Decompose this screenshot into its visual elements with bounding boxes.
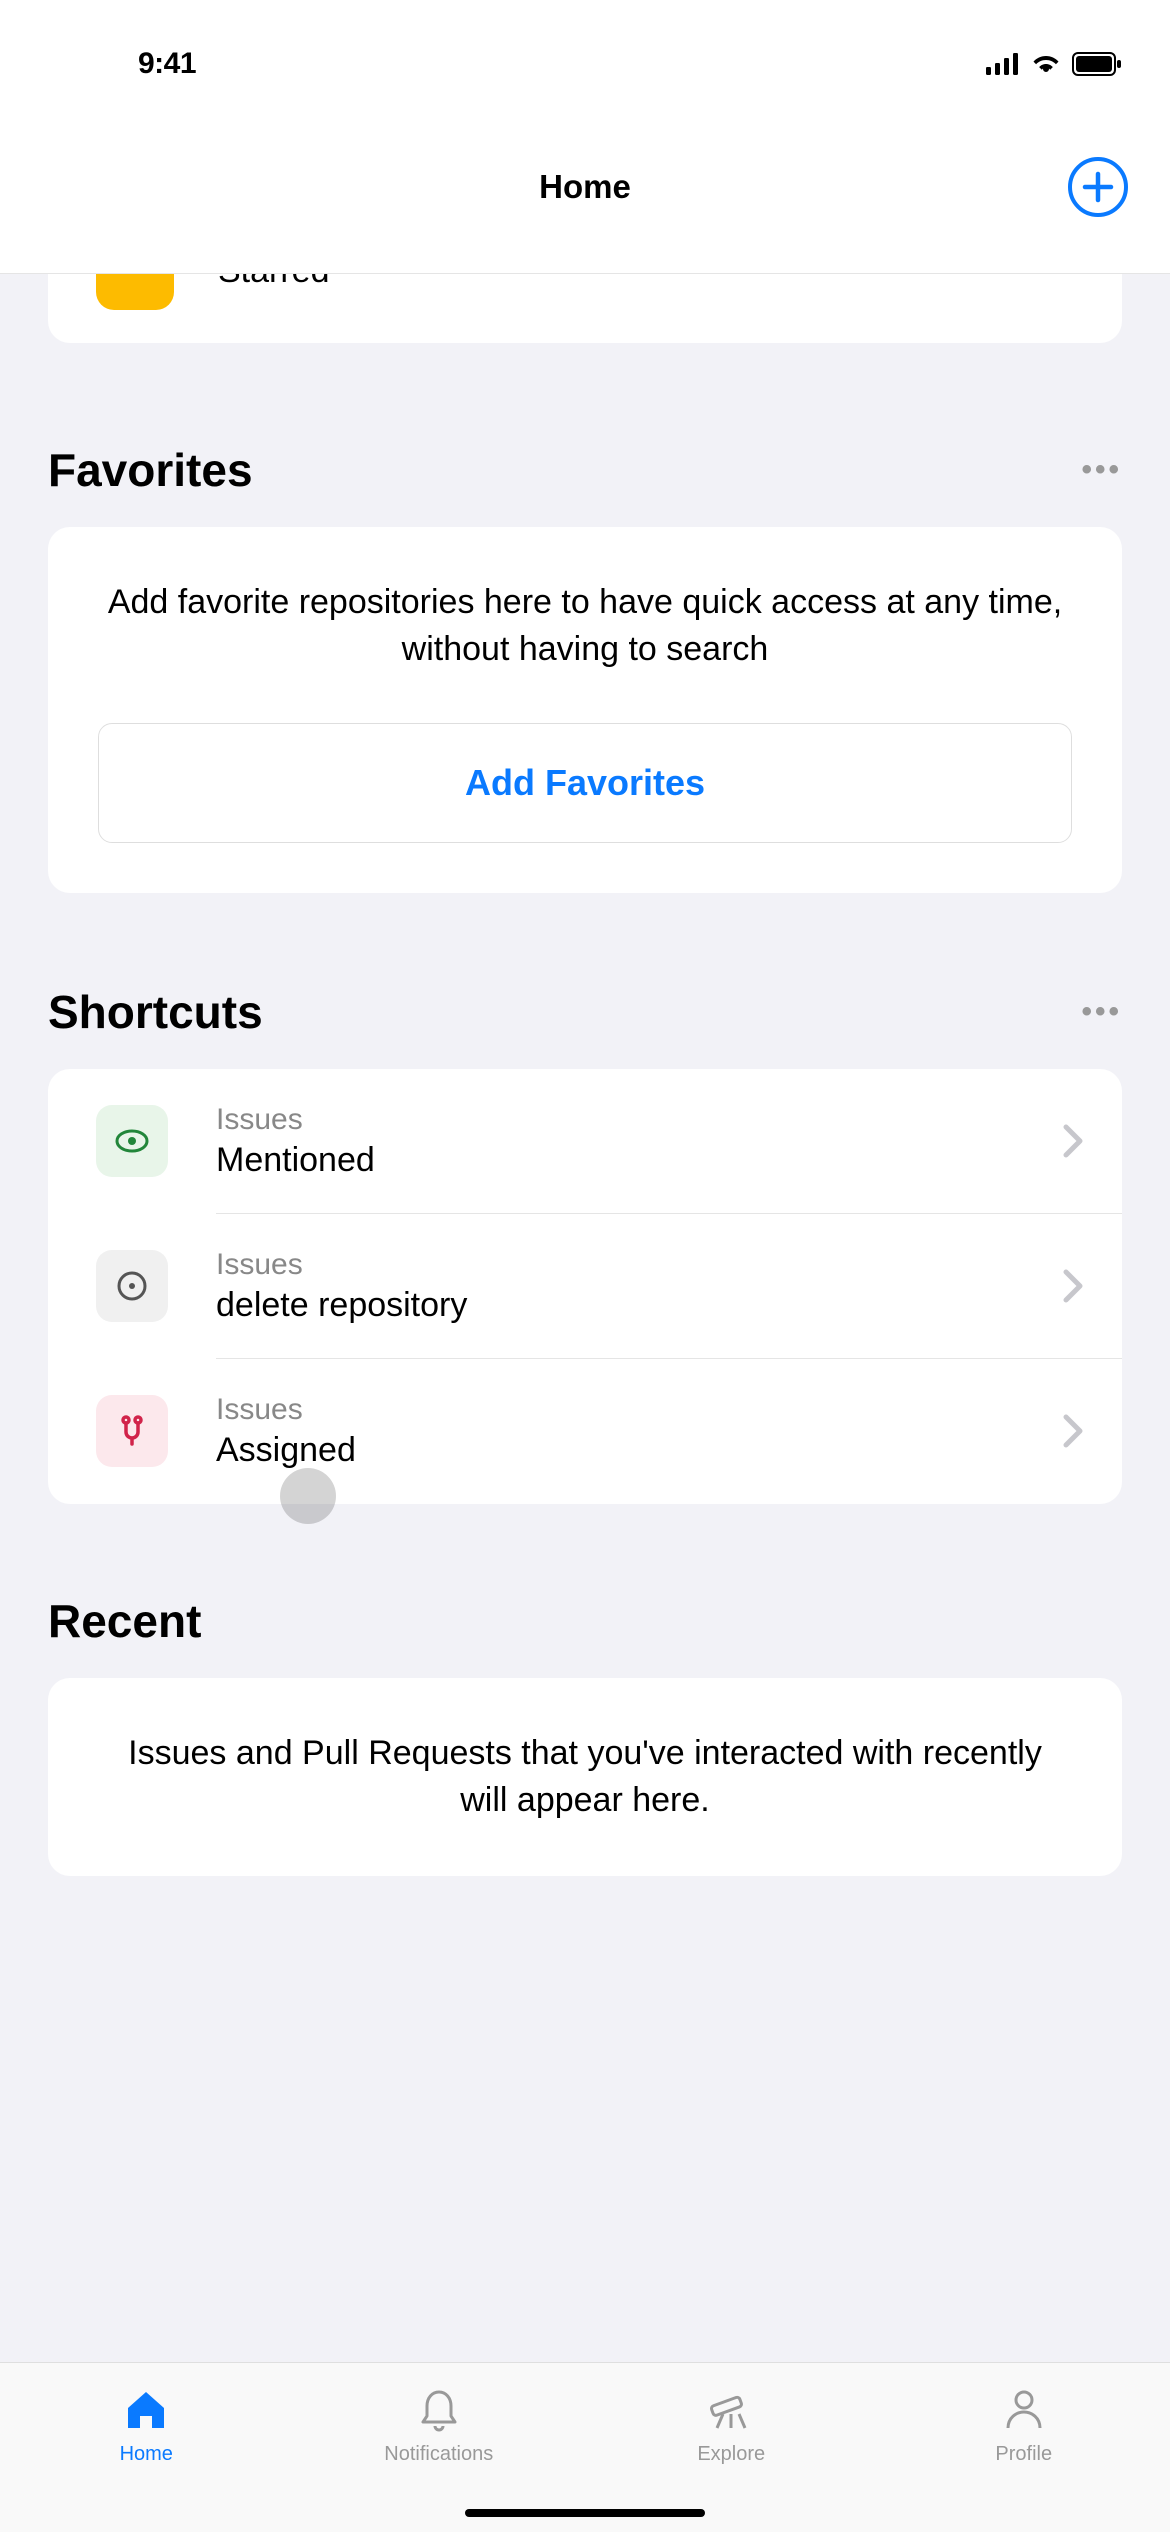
tool-icon	[96, 1395, 168, 1467]
home-indicator[interactable]	[465, 2509, 705, 2517]
issue-icon	[96, 1250, 168, 1322]
tab-explore[interactable]: Explore	[585, 2383, 878, 2466]
starred-label: Starred	[218, 274, 330, 291]
recent-card: Issues and Pull Requests that you've int…	[48, 1678, 1122, 1876]
favorites-card: Add favorite repositories here to have q…	[48, 527, 1122, 893]
star-icon	[96, 274, 174, 310]
favorites-title: Favorites	[48, 443, 253, 497]
person-icon	[997, 2383, 1051, 2437]
add-button[interactable]	[1066, 155, 1130, 219]
shortcut-category: Issues	[216, 1103, 1062, 1137]
page-title: Home	[539, 168, 631, 206]
tab-notifications[interactable]: Notifications	[293, 2383, 586, 2466]
shortcuts-section-header: Shortcuts •••	[0, 893, 1170, 1069]
tab-label: Explore	[697, 2443, 765, 2466]
shortcuts-more-button[interactable]: •••	[1081, 995, 1122, 1029]
starred-row-partial[interactable]: Starred	[48, 274, 1122, 343]
favorites-empty-text: Add favorite repositories here to have q…	[48, 527, 1122, 673]
chevron-right-icon	[1062, 1123, 1084, 1159]
status-time: 9:41	[138, 47, 196, 81]
status-bar: 9:41	[0, 0, 1170, 100]
bell-icon	[412, 2383, 466, 2437]
recent-empty-text: Issues and Pull Requests that you've int…	[48, 1678, 1122, 1876]
nav-bar: Home	[0, 100, 1170, 274]
shortcut-name: Mentioned	[216, 1141, 1062, 1180]
tab-bar: Home Notifications Explore Profile	[0, 2362, 1170, 2532]
shortcuts-title: Shortcuts	[48, 985, 263, 1039]
shortcut-row-mentioned[interactable]: Issues Mentioned	[48, 1069, 1122, 1214]
recent-title: Recent	[48, 1594, 201, 1648]
shortcuts-card: Issues Mentioned Issues delete repositor…	[48, 1069, 1122, 1504]
plus-icon	[1081, 170, 1115, 204]
shortcut-name: delete repository	[216, 1286, 1062, 1325]
battery-icon	[1072, 52, 1122, 76]
chevron-right-icon	[1062, 1413, 1084, 1449]
shortcut-row-assigned[interactable]: Issues Assigned	[48, 1359, 1122, 1504]
tab-label: Profile	[995, 2443, 1052, 2466]
favorites-section-header: Favorites •••	[0, 343, 1170, 527]
home-icon	[119, 2383, 173, 2437]
tab-home[interactable]: Home	[0, 2383, 293, 2466]
tab-label: Notifications	[384, 2443, 493, 2466]
wifi-icon	[1030, 52, 1062, 76]
status-icons	[986, 52, 1122, 76]
telescope-icon	[704, 2383, 758, 2437]
tab-label: Home	[120, 2443, 173, 2466]
favorites-more-button[interactable]: •••	[1081, 453, 1122, 487]
shortcut-name: Assigned	[216, 1431, 1062, 1470]
shortcut-category: Issues	[216, 1248, 1062, 1282]
add-favorites-button[interactable]: Add Favorites	[98, 723, 1072, 843]
shortcut-category: Issues	[216, 1393, 1062, 1427]
chevron-right-icon	[1062, 1268, 1084, 1304]
recent-section-header: Recent	[0, 1504, 1170, 1678]
cellular-icon	[986, 53, 1020, 75]
eye-icon	[96, 1105, 168, 1177]
shortcut-row-delete-repository[interactable]: Issues delete repository	[48, 1214, 1122, 1359]
tab-profile[interactable]: Profile	[878, 2383, 1170, 2466]
